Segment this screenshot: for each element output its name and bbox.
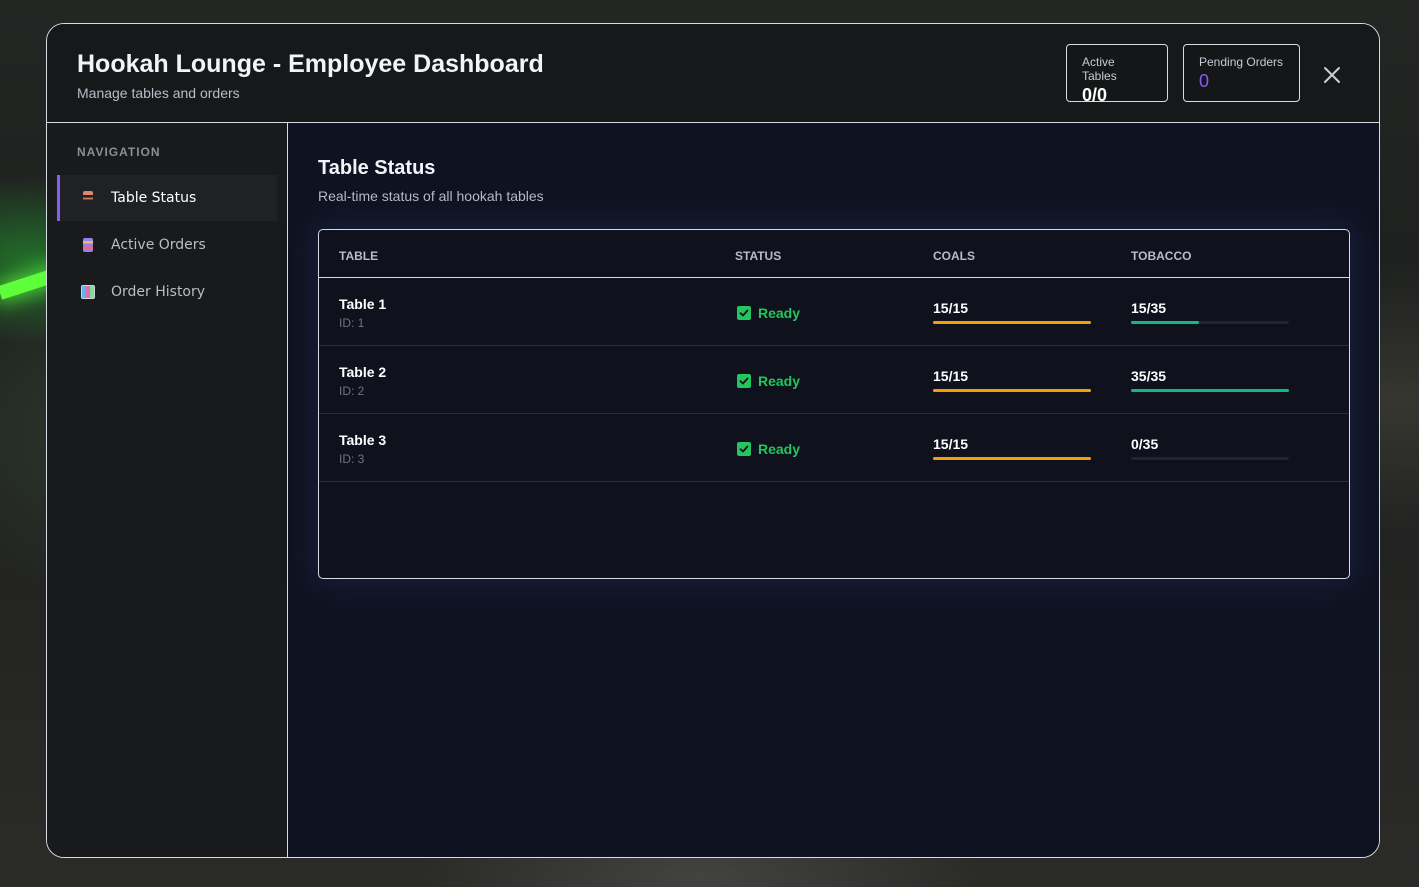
section-title: Table Status [318,157,436,179]
status-text: Ready [758,441,801,457]
table-body: Table 1 ID: 1 Ready 15/15 15/35 Table 2 … [319,278,1349,482]
close-icon [1324,67,1340,83]
page-subtitle: Manage tables and orders [77,85,240,101]
pending-orders-stat: Pending Orders 0 [1183,44,1300,102]
column-header-table: TABLE [339,249,379,263]
status-badge: Ready [737,305,800,321]
table-name: Table 2 [339,364,387,380]
active-tables-label: Active Tables [1082,55,1117,83]
coals-value: 15/15 [933,436,969,452]
coals-value: 15/15 [933,300,969,316]
tobacco-value: 0/35 [1131,436,1159,452]
chart-icon [81,285,95,299]
checkmark-icon [737,442,751,456]
table-row[interactable]: Table 1 ID: 1 Ready 15/15 15/35 [319,278,1349,346]
coals-value: 15/15 [933,368,969,384]
table-row[interactable]: Table 2 ID: 2 Ready 15/15 35/35 [319,346,1349,414]
column-header-coals: COALS [933,249,975,263]
tobacco-meter: 35/35 [1131,368,1289,392]
coals-progress-track [933,321,1091,324]
column-header-status: STATUS [735,249,782,263]
orders-icon [83,238,93,252]
table-name: Table 3 [339,432,387,448]
table-row[interactable]: Table 3 ID: 3 Ready 15/15 0/35 [319,414,1349,482]
tobacco-progress-fill [1131,321,1199,324]
sidebar-item-label: Order History [111,284,206,300]
tobacco-progress-track [1131,389,1289,392]
pending-orders-value: 0 [1199,71,1210,91]
coals-progress-fill [933,321,1091,324]
table-status-table: TABLE STATUS COALS TOBACCO Table 1 ID: 1… [318,229,1350,579]
table-id: ID: 1 [339,316,365,330]
table-header: TABLE STATUS COALS TOBACCO [319,230,1349,278]
tobacco-value: 35/35 [1131,368,1167,384]
sidebar: NAVIGATION Table Status Active Orders Or… [47,123,288,857]
status-badge: Ready [737,373,800,389]
coals-progress-fill [933,457,1091,460]
tobacco-progress-fill [1131,389,1289,392]
tobacco-progress-track [1131,321,1289,324]
main-content: Table Status Real-time status of all hoo… [288,123,1379,857]
checkmark-icon [737,374,751,388]
table-icon [83,191,93,205]
table-id: ID: 3 [339,452,365,466]
column-header-tobacco: TOBACCO [1131,249,1192,263]
tobacco-progress-track [1131,457,1289,460]
coals-progress-fill [933,389,1091,392]
sidebar-item-active-orders[interactable]: Active Orders [57,222,277,268]
coals-meter: 15/15 [933,300,1091,324]
coals-progress-track [933,389,1091,392]
table-name: Table 1 [339,296,387,312]
coals-meter: 15/15 [933,368,1091,392]
sidebar-item-table-status[interactable]: Table Status [57,175,277,221]
active-tables-value: 0/0 [1082,85,1108,105]
sidebar-item-label: Table Status [111,190,197,206]
active-tables-stat: Active Tables 0/0 [1066,44,1168,105]
pending-orders-label: Pending Orders [1199,55,1284,69]
nav-heading: NAVIGATION [77,145,161,159]
checkmark-icon [737,306,751,320]
modal-header: Hookah Lounge - Employee Dashboard Manag… [47,24,1379,123]
section-subtitle: Real-time status of all hookah tables [318,188,544,204]
close-button[interactable] [1321,64,1343,86]
sidebar-item-order-history[interactable]: Order History [57,269,277,315]
status-badge: Ready [737,441,800,457]
dashboard-modal: Hookah Lounge - Employee Dashboard Manag… [46,23,1380,858]
sidebar-item-label: Active Orders [111,237,206,253]
table-id: ID: 2 [339,384,365,398]
status-text: Ready [758,373,801,389]
tobacco-value: 15/35 [1131,300,1167,316]
coals-meter: 15/15 [933,436,1091,460]
page-title: Hookah Lounge - Employee Dashboard [77,50,544,78]
tobacco-meter: 15/35 [1131,300,1289,324]
coals-progress-track [933,457,1091,460]
status-text: Ready [758,305,801,321]
tobacco-meter: 0/35 [1131,436,1289,460]
